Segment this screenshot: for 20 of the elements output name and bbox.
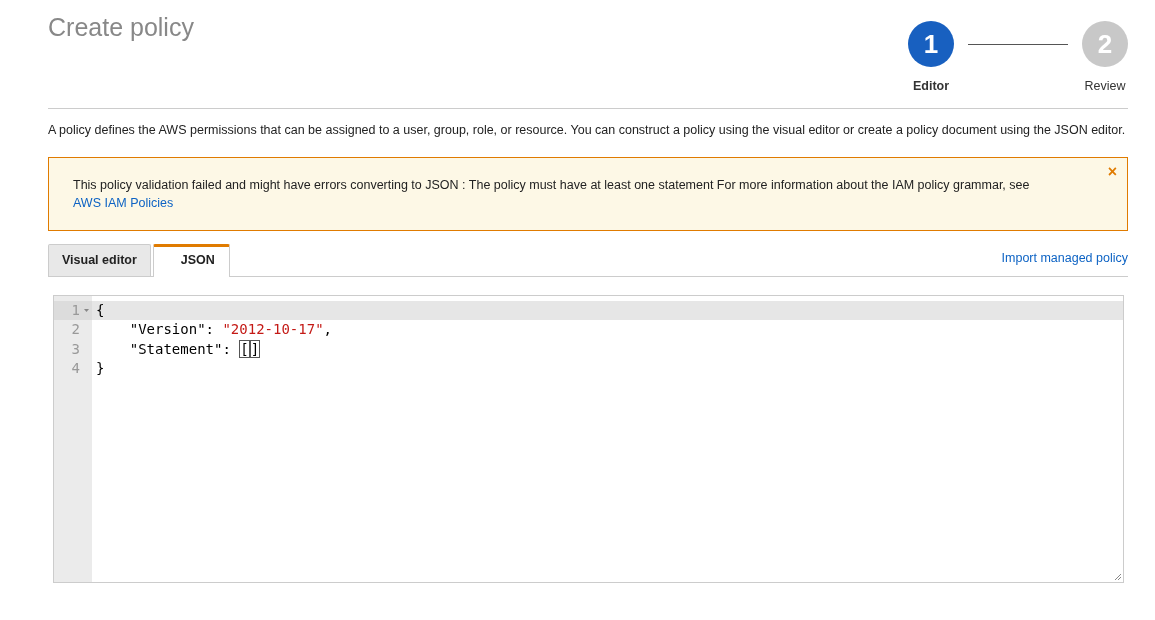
step-label: Editor [912, 78, 950, 95]
code-line: } [95, 359, 106, 378]
fold-caret-icon[interactable] [84, 308, 89, 312]
code-line: "Version": "2012-10-17", [128, 320, 334, 339]
line-number: 2 [71, 321, 80, 337]
import-link[interactable]: Import managed policy [1001, 248, 1128, 268]
alert-message: This policy validation failed and might have errors converting to JSON : The policy must have at least one statement For more information about the IAM policy grammar, see AWS IAM Policies [73, 177, 1030, 210]
code-editor[interactable]: 1 2 3 4 { "Version": "2012-10-17", "Statement": [] } [53, 294, 1124, 583]
description-text: A policy defines the AWS permissions that can be assigned to a user, group, role, or resource. You can construct a policy using the visual editor or create a policy document using the JSON editor. [48, 121, 1127, 139]
step-circle[interactable]: 1 [908, 21, 954, 67]
resize-grip-icon[interactable] [1114, 572, 1122, 581]
code-line: "Statement": [] [128, 339, 262, 359]
page-title: Create policy [48, 12, 194, 42]
docs-link[interactable]: AWS IAM Policies [73, 195, 174, 210]
editor-tab[interactable]: JSON [152, 243, 230, 277]
line-number: 1 [71, 301, 80, 318]
line-number: 3 [71, 340, 80, 357]
step-label: Review [1084, 78, 1126, 95]
editor-tab[interactable]: Visual editor [48, 243, 151, 276]
line-number: 4 [71, 360, 80, 376]
